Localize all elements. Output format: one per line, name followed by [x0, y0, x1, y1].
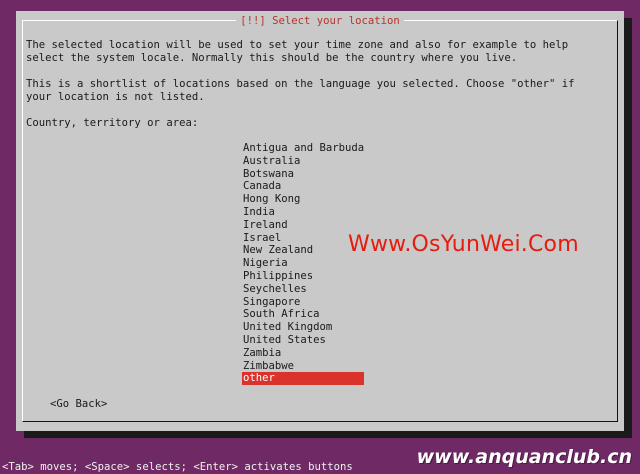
watermark-center: Www.OsYunWei.Com [348, 232, 579, 257]
watermark-bottom-right: www.anquanclub.cn [416, 446, 632, 468]
country-option[interactable]: South Africa [242, 308, 364, 321]
country-option[interactable]: other [242, 372, 364, 386]
country-option[interactable]: Canada [242, 180, 364, 193]
country-list[interactable]: Antigua and Barbuda Australia Botswana Cana… [242, 142, 364, 386]
country-option[interactable]: Israel [242, 232, 364, 245]
country-option[interactable]: United Kingdom [242, 321, 364, 334]
country-option[interactable]: United States [242, 334, 364, 347]
country-option[interactable]: Seychelles [242, 283, 364, 296]
country-option[interactable]: Hong Kong [242, 193, 364, 206]
go-back-button[interactable]: <Go Back> [50, 397, 107, 411]
country-option[interactable]: Antigua and Barbuda [242, 142, 364, 155]
country-option[interactable]: Zambia [242, 347, 364, 360]
dialog-title: [!!] Select your location [16, 14, 624, 28]
shortlist-note: This is a shortlist of locations based o… [26, 78, 575, 103]
country-option[interactable]: Australia [242, 155, 364, 168]
country-option[interactable]: Zimbabwe [242, 360, 364, 373]
dialog-title-text: [!!] Select your location [236, 15, 404, 27]
location-dialog: [!!] Select your location The selected l… [16, 11, 624, 431]
country-option[interactable]: New Zealand [242, 244, 364, 257]
country-prompt: Country, territory or area: [26, 117, 199, 129]
country-option[interactable]: Ireland [242, 219, 364, 232]
country-option[interactable]: Philippines [242, 270, 364, 283]
country-option[interactable]: Singapore [242, 296, 364, 309]
country-option[interactable]: India [242, 206, 364, 219]
country-option[interactable]: Botswana [242, 168, 364, 181]
description-paragraph: The selected location will be used to se… [26, 39, 569, 64]
country-option[interactable]: Nigeria [242, 257, 364, 270]
